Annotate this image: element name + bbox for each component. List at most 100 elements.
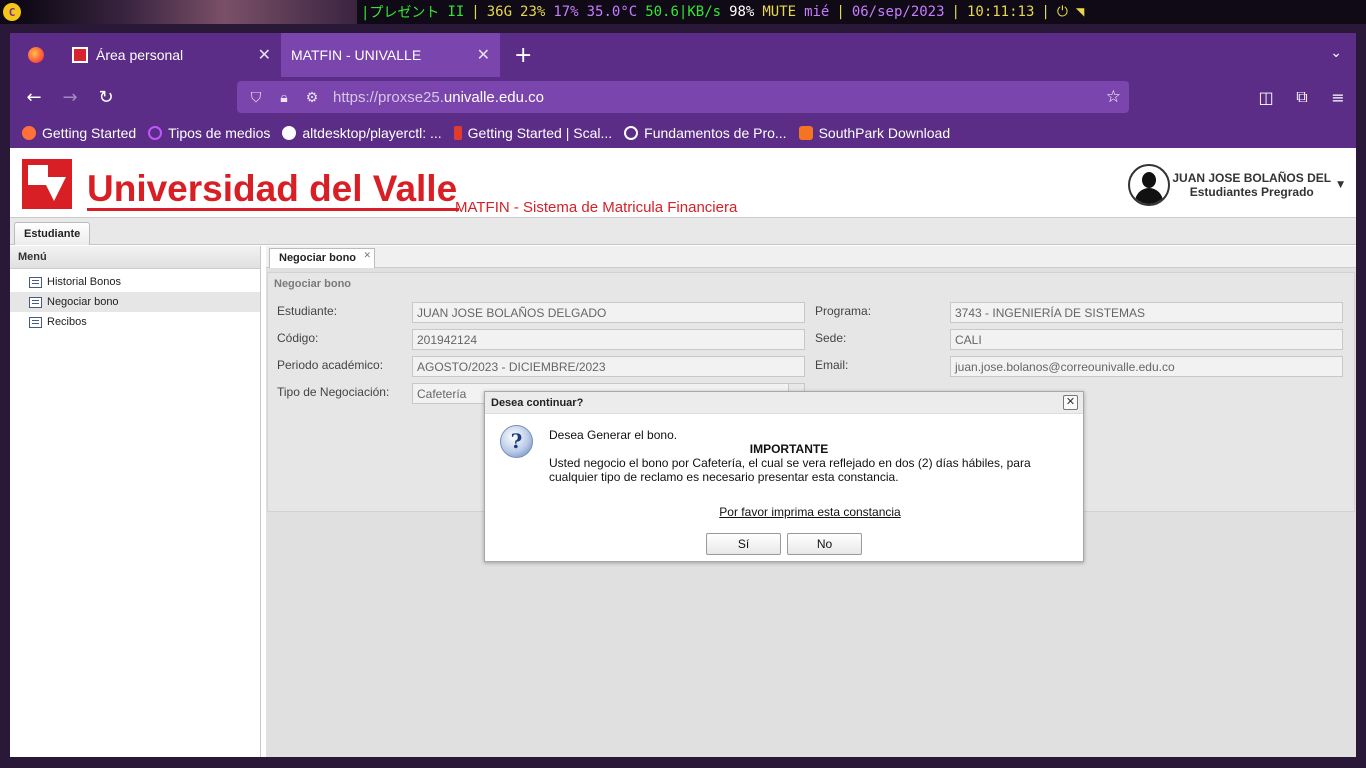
avatar	[1128, 164, 1171, 206]
programa-field: 3743 - INGENIERÍA DE SISTEMAS	[950, 302, 1343, 323]
bookmark-star-icon[interactable]: ☆	[1106, 87, 1121, 107]
lock-icon[interactable]: 🔒︎	[275, 89, 293, 106]
codigo-label: Código:	[277, 331, 319, 345]
memory-usage: 23%	[520, 4, 546, 20]
bookmark-label: Getting Started | Scal...	[467, 124, 613, 141]
yes-button[interactable]: Sí	[706, 533, 781, 555]
sede-label: Sede:	[815, 331, 847, 345]
close-tab-icon[interactable]: ✕	[363, 250, 371, 261]
pocket-icon[interactable]: ◫	[1248, 88, 1284, 107]
programa-label: Programa:	[815, 304, 872, 318]
close-tab-icon[interactable]: ✕	[477, 45, 490, 65]
dialog-important: IMPORTANTE	[749, 442, 829, 456]
document-icon	[29, 296, 42, 308]
extensions-icon[interactable]: ⧉	[1284, 87, 1320, 107]
tipo-negociacion-value: Cafetería	[417, 387, 467, 401]
close-icon[interactable]: ✕	[1063, 395, 1078, 410]
url-domain: univalle.edu.co	[443, 88, 544, 106]
temperature: 35.0°C	[586, 4, 638, 20]
tab-estudiante[interactable]: Estudiante	[14, 222, 91, 245]
url-bar[interactable]: ⛉ 🔒︎ ⚙ https://proxse25.univalle.edu.co …	[237, 81, 1129, 113]
separator: |	[836, 4, 845, 20]
firefox-icon[interactable]	[10, 33, 62, 77]
cpu-usage: 17%	[553, 4, 579, 20]
bookmark-label: altdesktop/playerctl: ...	[302, 124, 442, 141]
bookmark-label: Fundamentos de Pro...	[644, 124, 787, 141]
univalle-favicon-icon	[72, 47, 88, 63]
close-tab-icon[interactable]: ✕	[258, 45, 271, 65]
bookmark-playerctl[interactable]: altdesktop/playerctl: ...	[282, 124, 442, 141]
tab-matfin[interactable]: MATFIN - UNIVALLE ✕	[281, 33, 500, 77]
sidebar-item-negociar-bono[interactable]: Negociar bono	[10, 292, 260, 312]
sidebar-item-label: Negociar bono	[47, 296, 119, 308]
system-status-bar: C |プレゼント II | 36G 23% 17% 35.0°C 50.6|KB…	[0, 0, 1366, 24]
periodo-field: AGOSTO/2023 - DICIEMBRE/2023	[412, 356, 805, 377]
menu-hamburger-icon[interactable]: ≡	[1320, 88, 1356, 107]
globe-icon	[624, 125, 639, 140]
bookmark-southpark[interactable]: SouthPark Download	[798, 125, 950, 141]
email-label: Email:	[815, 358, 849, 372]
battery-level: 98%	[729, 4, 755, 20]
tab-label: Área personal	[96, 47, 184, 63]
forward-arrow-icon[interactable]: →	[52, 87, 88, 108]
sidebar-item-historial-bonos[interactable]: Historial Bonos	[10, 272, 260, 292]
bookmark-getting-started[interactable]: Getting Started	[22, 125, 136, 141]
tipo-negociacion-label: Tipo de Negociación:	[277, 385, 390, 399]
separator: |	[471, 4, 480, 20]
wifi-icon[interactable]: ◥	[1076, 4, 1084, 20]
reload-icon[interactable]: ↻	[88, 87, 124, 108]
codigo-field: 201942124	[412, 329, 805, 350]
print-constancia-link[interactable]: Por favor imprima esta constancia	[485, 505, 1135, 519]
separator: |	[1041, 4, 1050, 20]
sidebar-menu: Menú Historial Bonos Negociar bono Recib…	[10, 246, 261, 757]
dialog-title: Desea continuar?	[491, 397, 584, 409]
network-speed: 50.6|KB/s	[645, 4, 722, 20]
pause-indicator: II	[447, 4, 465, 20]
estudiante-field: JUAN JOSE BOLAÑOS DELGADO	[412, 302, 805, 323]
firefox-bookmark-icon	[22, 125, 36, 140]
bookmark-tipos-de-medios[interactable]: Tipos de medios	[148, 125, 270, 141]
content-tab-strip: Negociar bono ✕	[266, 246, 1356, 268]
new-tab-icon[interactable]: +	[514, 43, 532, 68]
shield-icon[interactable]: ⛉	[247, 89, 265, 106]
separator: |	[951, 4, 960, 20]
github-icon	[282, 125, 297, 140]
back-arrow-icon[interactable]: ←	[16, 87, 52, 108]
permissions-icon[interactable]: ⚙	[303, 89, 321, 106]
univalle-logo	[22, 159, 72, 209]
tab-list-chevron-icon[interactable]: ⌄	[1330, 45, 1342, 61]
main-tabs: Estudiante	[10, 218, 1356, 245]
dialog-body-text: Usted negocio el bono por Cafetería, el …	[549, 456, 1031, 484]
wm-logo-icon[interactable]: C	[3, 3, 21, 21]
dialog-message: Desea Generar el bono. IMPORTANTE Usted …	[549, 428, 1069, 484]
tab-area-personal[interactable]: Área personal ✕	[62, 33, 281, 77]
user-menu[interactable]: JUAN JOSE BOLAÑOS DEL Estudiantes Pregra…	[1128, 164, 1344, 206]
circle-bookmark-icon	[148, 125, 163, 140]
estudiante-label: Estudiante:	[277, 304, 338, 318]
sidebar-item-recibos[interactable]: Recibos	[10, 312, 260, 332]
confirm-dialog: Desea continuar? ✕ ? Desea Generar el bo…	[484, 391, 1084, 562]
sidebar-item-label: Historial Bonos	[47, 276, 121, 288]
workspace-label: |プレゼント	[361, 5, 440, 21]
blogger-icon	[798, 125, 813, 140]
power-icon[interactable]: ⏻	[1057, 4, 1068, 20]
dialog-line1: Desea Generar el bono.	[549, 428, 678, 442]
volume-status[interactable]: MUTE	[762, 4, 796, 20]
system-subtitle: MATFIN - Sistema de Matricula Financiera	[455, 199, 738, 216]
clock-label: 10:11:13	[966, 4, 1035, 20]
day-label: mié	[804, 4, 830, 20]
tab-negociar-bono[interactable]: Negociar bono ✕	[269, 248, 376, 268]
document-icon	[29, 316, 42, 328]
question-icon: ?	[500, 425, 533, 458]
no-button[interactable]: No	[787, 533, 862, 555]
email-field: juan.jose.bolanos@correounivalle.edu.co	[950, 356, 1343, 377]
university-title: Universidad del Valle	[87, 168, 460, 211]
disk-usage: 36G	[486, 4, 513, 20]
caret-down-icon[interactable]: ▼	[1337, 180, 1344, 190]
bookmark-scala[interactable]: Getting Started | Scal...	[453, 124, 613, 141]
url-text[interactable]: https://proxse25.univalle.edu.co	[333, 89, 544, 106]
bookmark-fundamentos[interactable]: Fundamentos de Pro...	[624, 124, 787, 141]
navigation-bar: ← → ↻ ⛉ 🔒︎ ⚙ https://proxse25.univalle.e…	[10, 77, 1356, 117]
panel-title: Negociar bono	[274, 278, 352, 290]
date-label: 06/sep/2023	[851, 4, 945, 20]
